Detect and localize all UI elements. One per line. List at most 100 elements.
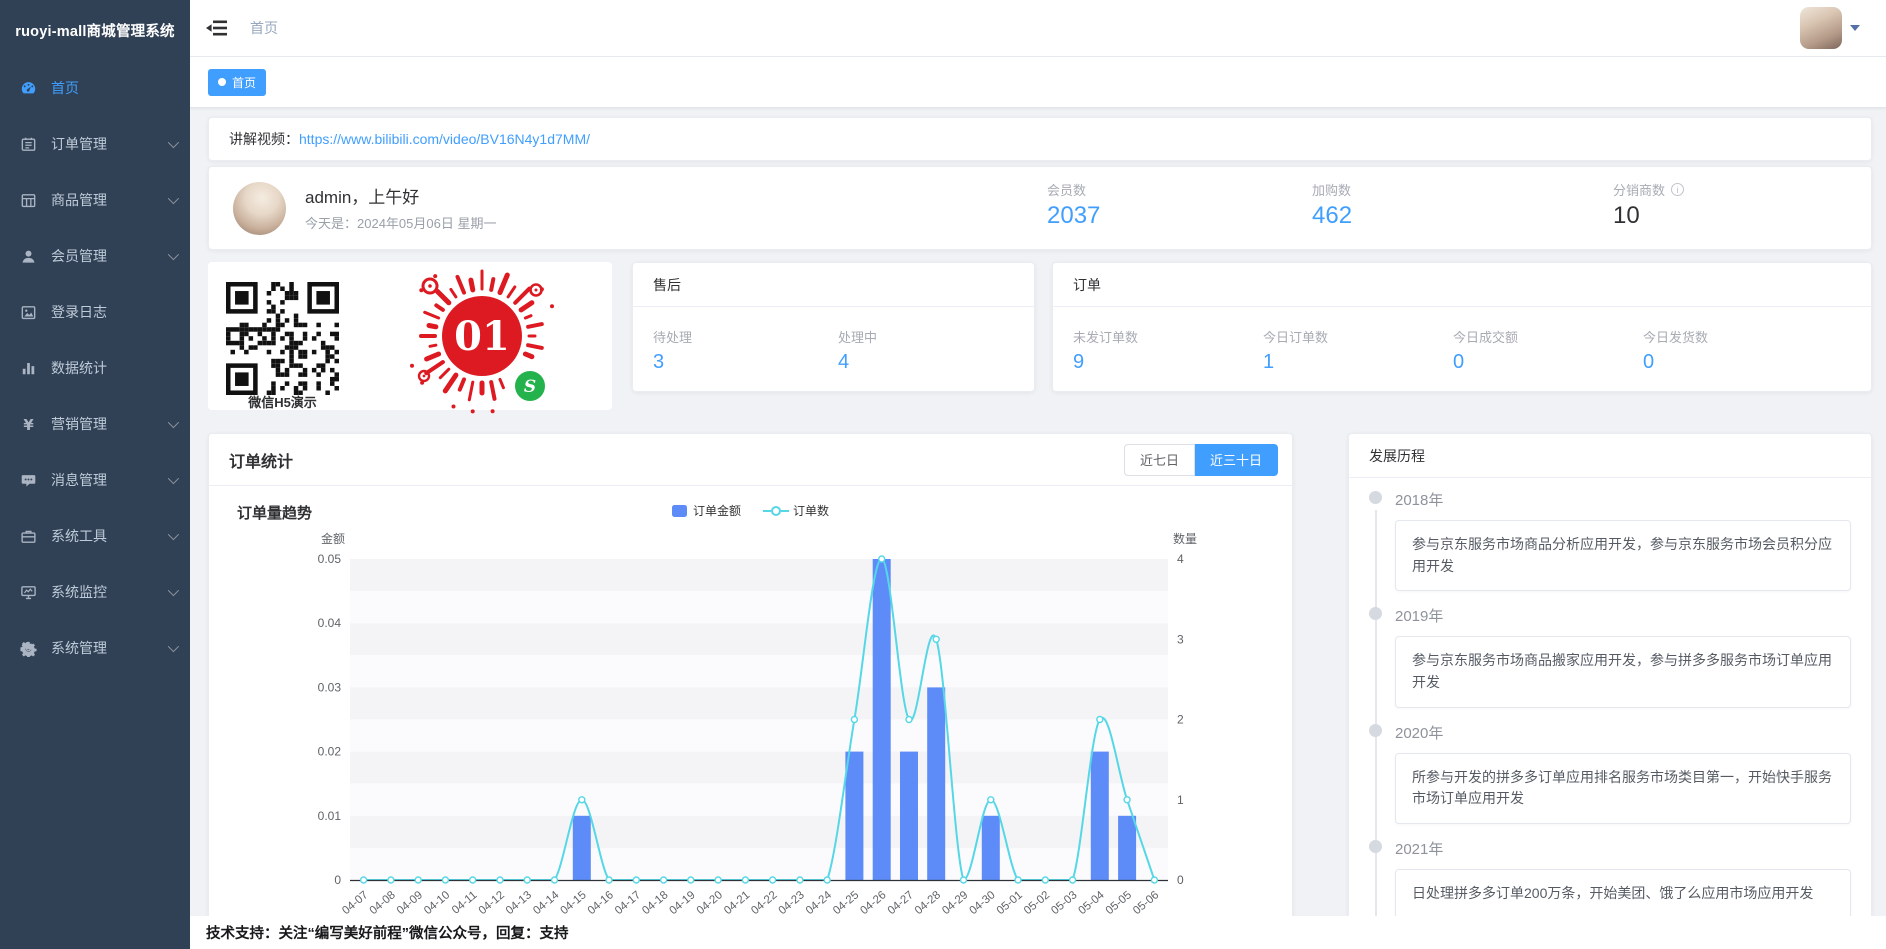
svg-text:04-12: 04-12 xyxy=(477,889,507,917)
legend-item-count[interactable]: 订单数 xyxy=(763,502,829,519)
stat-label: 分销商数 xyxy=(1613,180,1665,199)
svg-text:¥: ¥ xyxy=(23,416,34,433)
sidebar-item-8[interactable]: 系统工具 xyxy=(0,508,190,564)
stat-label: 会员数 xyxy=(1047,180,1086,199)
order-trend-chart[interactable]: 金额数量00.010.020.030.040.050123404-0704-08… xyxy=(229,526,1274,949)
timeline-text: 所参与开发的拼多多订单应用排名服务市场类目第一，开始快手服务市场订单应用开发 xyxy=(1395,753,1851,824)
timeline-item: 2021年日处理拼多多订单200万条，开始美团、饿了么应用市场应用开发 xyxy=(1395,837,1851,919)
svg-text:04-20: 04-20 xyxy=(695,889,725,917)
dashboard-icon xyxy=(20,80,37,97)
stat-label: 待处理 xyxy=(653,327,818,346)
svg-text:04-29: 04-29 xyxy=(940,889,970,917)
svg-text:0.02: 0.02 xyxy=(318,745,342,759)
sidebar-item-2[interactable]: 商品管理 xyxy=(0,172,190,228)
svg-text:0: 0 xyxy=(334,873,341,887)
footer: 技术支持：关注“编写美好前程”微信公众号，回复：支持 xyxy=(190,916,1886,949)
svg-text:S: S xyxy=(524,377,536,397)
breadcrumb[interactable]: 首页 xyxy=(250,18,278,38)
svg-text:01: 01 xyxy=(454,313,510,360)
sidebar-item-10[interactable]: 系统管理 xyxy=(0,620,190,676)
greeting-stat: 加购数462 xyxy=(1312,180,1352,230)
log-icon xyxy=(20,304,37,321)
stats-icon xyxy=(20,360,37,377)
sidebar-item-5[interactable]: 数据统计 xyxy=(0,340,190,396)
sidebar-item-label: 首页 xyxy=(51,78,79,98)
app-root: ruoyi-mall商城管理系统 首页订单管理商品管理会员管理登录日志数据统计¥… xyxy=(0,0,1886,949)
sidebar-item-3[interactable]: 会员管理 xyxy=(0,228,190,284)
sidebar-item-label: 系统工具 xyxy=(51,526,107,546)
svg-text:0.04: 0.04 xyxy=(318,616,342,630)
svg-text:04-21: 04-21 xyxy=(722,889,752,917)
marketing-icon: ¥ xyxy=(20,416,37,433)
sidebar-item-label: 系统监控 xyxy=(51,582,107,602)
chevron-down-icon xyxy=(168,137,179,148)
stat-value: 9 xyxy=(1073,351,1243,374)
legend-item-amount[interactable]: 订单金额 xyxy=(672,502,741,519)
sidebar-item-4[interactable]: 登录日志 xyxy=(0,284,190,340)
sidebar-item-1[interactable]: 订单管理 xyxy=(0,116,190,172)
range-button-30d[interactable]: 近三十日 xyxy=(1195,444,1278,476)
tools-icon xyxy=(20,528,37,545)
tag-active-dot xyxy=(218,78,226,86)
user-avatar[interactable] xyxy=(1800,7,1842,49)
svg-text:4: 4 xyxy=(1177,552,1184,566)
sidebar-item-home[interactable]: 首页 xyxy=(0,60,190,116)
legend-line-marker xyxy=(763,506,789,516)
product-icon xyxy=(20,192,37,209)
sidebar-item-7[interactable]: 消息管理 xyxy=(0,452,190,508)
sidebar-item-label: 营销管理 xyxy=(51,414,107,434)
svg-text:04-23: 04-23 xyxy=(777,889,807,917)
aftersale-card-title: 售后 xyxy=(633,263,1034,307)
sidebar-item-9[interactable]: 系统监控 xyxy=(0,564,190,620)
svg-text:1: 1 xyxy=(1177,793,1184,807)
aftersale-card: 售后 待处理3处理中4 xyxy=(632,262,1035,392)
sidebar-item-6[interactable]: ¥ 营销管理 xyxy=(0,396,190,452)
message-icon xyxy=(20,472,37,489)
sidebar-item-label: 商品管理 xyxy=(51,190,107,210)
chevron-down-icon[interactable] xyxy=(1850,25,1860,31)
svg-text:04-08: 04-08 xyxy=(368,889,398,917)
orders-stats: 未发订单数9今日订单数1今日成交额0今日发货数0 xyxy=(1053,307,1871,374)
svg-text:04-13: 04-13 xyxy=(504,889,534,917)
wechat-h5-qrcode xyxy=(226,282,339,395)
timeline: 2018年参与京东服务市场商品分析应用开发，参与京东服务市场会员积分应用开发20… xyxy=(1349,478,1871,919)
video-banner-link[interactable]: https://www.bilibili.com/video/BV16N4y1d… xyxy=(299,131,590,147)
svg-text:2: 2 xyxy=(1177,713,1184,727)
timeline-year: 2018年 xyxy=(1395,488,1851,510)
tags-view-bar: 首页 xyxy=(190,57,1886,108)
info-icon[interactable]: i xyxy=(1671,183,1684,196)
timeline-dot xyxy=(1369,491,1382,504)
timeline-dot xyxy=(1369,724,1382,737)
sidebar-fold-icon[interactable] xyxy=(206,19,228,37)
svg-text:3: 3 xyxy=(1177,632,1184,646)
svg-text:数量: 数量 xyxy=(1173,531,1197,546)
development-history-card: 发展历程 2018年参与京东服务市场商品分析应用开发，参与京东服务市场会员积分应… xyxy=(1348,433,1872,949)
svg-text:04-27: 04-27 xyxy=(886,889,916,917)
timeline-item: 2019年参与京东服务市场商品搬家应用开发，参与拼多多服务市场订单应用开发 xyxy=(1395,604,1851,707)
greeting-card: admin，上午好 今天是：2024年05月06日 星期一 会员数2037加购数… xyxy=(208,166,1872,250)
stat-col: 今日发货数0 xyxy=(1623,327,1813,374)
svg-text:0.03: 0.03 xyxy=(318,680,342,694)
aftersale-stats: 待处理3处理中4 xyxy=(633,307,1034,374)
svg-text:04-15: 04-15 xyxy=(558,889,588,917)
stat-label: 今日订单数 xyxy=(1263,327,1433,346)
footer-text: 技术支持：关注“编写美好前程”微信公众号，回复：支持 xyxy=(206,922,569,943)
order-icon xyxy=(20,136,37,153)
stat-value: 0 xyxy=(1453,351,1623,374)
svg-text:05-05: 05-05 xyxy=(1104,889,1134,917)
tag-home[interactable]: 首页 xyxy=(208,69,266,96)
wechat-miniprogram-code: 01 S xyxy=(408,264,560,416)
svg-text:金额: 金额 xyxy=(321,531,345,546)
sidebar-item-label: 订单管理 xyxy=(51,134,107,154)
tag-label: 首页 xyxy=(232,74,256,91)
order-statistics-card: 订单统计 近七日近三十日 订单量趋势 订单金额订单数 金额数量00.010.02… xyxy=(208,433,1293,949)
chevron-down-icon xyxy=(168,529,179,540)
range-button-7d[interactable]: 近七日 xyxy=(1124,444,1195,476)
development-history-title: 发展历程 xyxy=(1349,434,1871,478)
timeline-text: 日处理拼多多订单200万条，开始美团、饿了么应用市场应用开发 xyxy=(1395,869,1851,919)
stat-value: 0 xyxy=(1643,351,1813,374)
svg-text:04-24: 04-24 xyxy=(804,889,835,917)
svg-text:0.01: 0.01 xyxy=(318,809,342,823)
stat-col: 未发订单数9 xyxy=(1053,327,1243,374)
sidebar: ruoyi-mall商城管理系统 首页订单管理商品管理会员管理登录日志数据统计¥… xyxy=(0,0,190,949)
